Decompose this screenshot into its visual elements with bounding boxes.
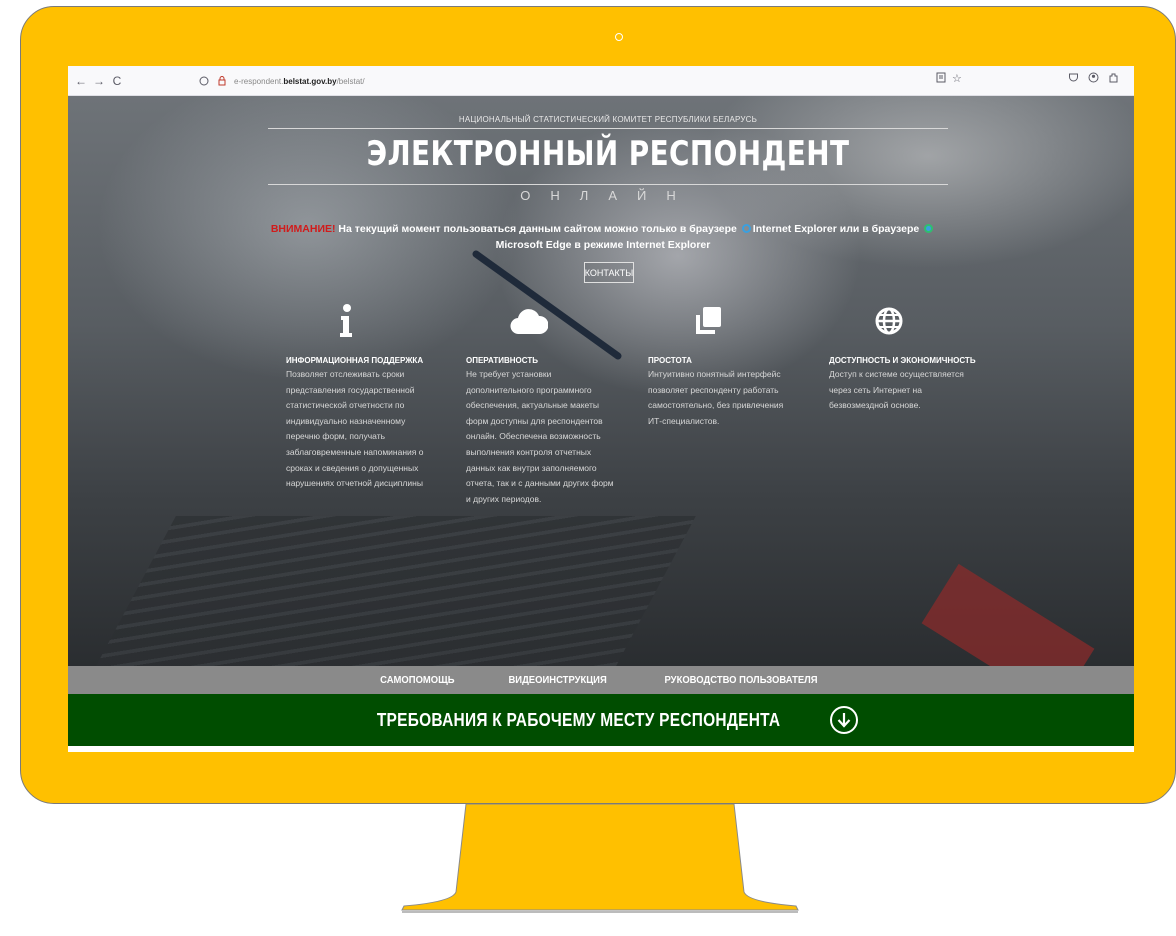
- feature-text: Интуитивно понятный интерфейс позволяет …: [648, 369, 784, 426]
- contacts-button[interactable]: КОНТАКТЫ: [584, 262, 634, 283]
- info-icon: [286, 296, 436, 346]
- notice-text-3: в режиме Internet Explorer: [571, 239, 711, 251]
- pocket-icon[interactable]: [1068, 72, 1079, 86]
- back-button[interactable]: ←: [72, 74, 90, 88]
- cloud-icon: [466, 296, 616, 346]
- internet-explorer-icon: [741, 224, 751, 233]
- agency-name: НАЦИОНАЛЬНЫЙ СТАТИСТИЧЕСКИЙ КОМИТЕТ РЕСП…: [458, 115, 758, 124]
- site-title: ЭЛЕКТРОННЫЙ РЕСПОНДЕНТ: [366, 134, 850, 174]
- notice-ie: Internet Explorer: [752, 223, 837, 235]
- video-instruction-link[interactable]: ВИДЕОИНСТРУКЦИЯ: [508, 674, 606, 686]
- reload-button[interactable]: C: [108, 74, 126, 88]
- account-icon[interactable]: [1088, 72, 1099, 86]
- feature-efficiency: ОПЕРАТИВНОСТЬ Не требует установки допол…: [466, 296, 616, 507]
- extensions-icon[interactable]: [1108, 72, 1119, 86]
- browser-toolbar: ← → C e-respondent. belstat.gov.by/belsta…: [68, 66, 1134, 96]
- browser-notice: ВНИМАНИЕ! На текущий момент пользоваться…: [258, 221, 948, 253]
- edge-icon: [924, 224, 934, 233]
- site-subtitle: ОНЛАЙН: [520, 188, 696, 203]
- hero-section: НАЦИОНАЛЬНЫЙ СТАТИСТИЧЕСКИЙ КОМИТЕТ РЕСП…: [68, 96, 1134, 709]
- feature-title: ОПЕРАТИВНОСТЬ: [466, 356, 538, 365]
- requirements-banner[interactable]: ТРЕБОВАНИЯ К РАБОЧЕМУ МЕСТУ РЕСПОНДЕНТА: [68, 694, 1134, 746]
- monitor-stand: [401, 804, 799, 913]
- feature-accessibility: ДОСТУПНОСТЬ И ЭКОНОМИЧНОСТЬ Доступ к сис…: [829, 296, 979, 414]
- feature-info-support: ИНФОРМАЦИОННАЯ ПОДДЕРЖКА Позволяет отсле…: [286, 296, 436, 492]
- notice-edge: Microsoft Edge: [495, 239, 572, 251]
- reader-view-icon[interactable]: [936, 72, 946, 86]
- permissions-icon[interactable]: [216, 75, 228, 87]
- self-help-link[interactable]: САМОПОМОЩЬ: [380, 674, 454, 686]
- divider-bottom: [268, 184, 948, 185]
- feature-text: Не требует установки дополнительного про…: [466, 369, 614, 504]
- divider-top: [268, 128, 948, 129]
- url-host: belstat.gov.by: [283, 76, 337, 86]
- webcam-dot: [615, 33, 623, 41]
- screen: ← → C e-respondent. belstat.gov.by/belsta…: [68, 66, 1134, 752]
- arrow-down-circle-icon[interactable]: [829, 706, 858, 734]
- notice-text-1: На текущий момент пользоваться данным са…: [335, 223, 740, 235]
- feature-simplicity: ПРОСТОТА Интуитивно понятный интерфейс п…: [648, 296, 798, 429]
- feature-text: Доступ к системе осуществляется через се…: [829, 369, 964, 411]
- url-path: /belstat/: [336, 76, 365, 86]
- feature-title: ИНФОРМАЦИОННАЯ ПОДДЕРЖКА: [286, 356, 424, 365]
- url-prefix: e-respondent.: [234, 76, 284, 86]
- address-bar[interactable]: e-respondent. belstat.gov.by/belstat/: [198, 71, 978, 91]
- feature-text: Позволяет отслеживать сроки представлени…: [286, 369, 424, 489]
- requirements-title: ТРЕБОВАНИЯ К РАБОЧЕМУ МЕСТУ РЕСПОНДЕНТА: [377, 709, 781, 730]
- bottom-menu: САМОПОМОЩЬ ВИДЕОИНСТРУКЦИЯ РУКОВОДСТВО П…: [68, 666, 1134, 694]
- user-manual-link[interactable]: РУКОВОДСТВО ПОЛЬЗОВАТЕЛЯ: [664, 674, 817, 686]
- bookmark-star-icon[interactable]: ☆: [952, 72, 962, 85]
- forward-button[interactable]: →: [90, 74, 108, 88]
- feature-title: ДОСТУПНОСТЬ И ЭКОНОМИЧНОСТЬ: [829, 356, 976, 365]
- notice-text-2: или в браузере: [836, 223, 923, 235]
- notice-warning: ВНИМАНИЕ!: [270, 223, 336, 235]
- feature-title: ПРОСТОТА: [648, 356, 692, 365]
- shield-icon: [198, 75, 210, 87]
- copy-icon: [648, 296, 798, 346]
- globe-icon: [829, 296, 979, 346]
